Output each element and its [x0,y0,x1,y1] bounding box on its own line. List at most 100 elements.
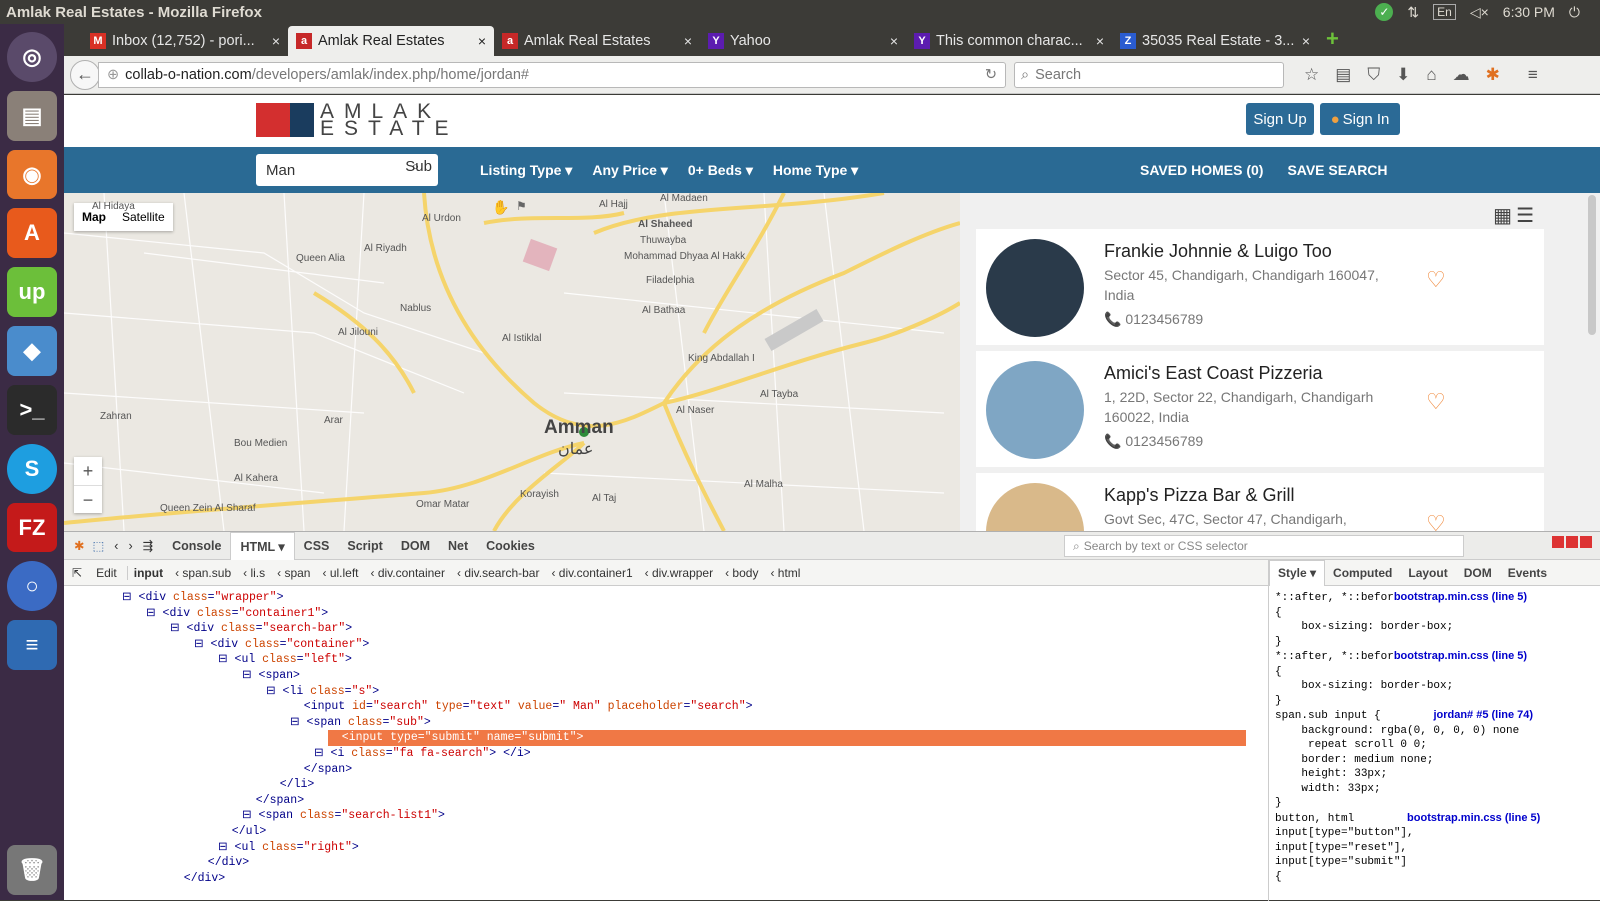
power-icon[interactable]: ⏻ [1569,4,1580,21]
css-source-link[interactable]: bootstrap.min.css (line 5) [1394,591,1527,603]
html-tree-row[interactable]: </li> [64,777,1254,793]
detach-panel-icon[interactable] [1566,536,1578,548]
html-tree-row[interactable]: </span> [64,762,1254,778]
favorite-heart-icon[interactable]: ♡ [1426,267,1446,293]
grid-view-icon[interactable]: ▦ [1493,205,1516,227]
html-tree-row[interactable]: <input id="search" type="text" value=" M… [64,699,1254,715]
file-manager-icon[interactable]: ▤ [7,90,57,141]
filter-dropdown[interactable]: Home Type ▾ [773,162,858,179]
browser-search-input[interactable]: ⌕ Search [1014,61,1284,88]
breadcrumb-item[interactable]: ‹ div.wrapper [639,566,719,580]
zoom-out-button[interactable]: − [74,485,102,513]
saved-homes-link[interactable]: SAVED HOMES (0) [1140,162,1263,178]
map-view[interactable]: Map Satellite ✋ ⚑ Al Hidaya Queen Alia A… [64,193,960,531]
browser-tab[interactable]: Y This common charac... × [906,26,1112,56]
breadcrumb-item[interactable]: ‹ html [764,566,806,580]
search-submit-button[interactable]: Sub ⌕ [405,158,432,175]
close-tab-icon[interactable]: × [890,33,898,49]
firebug-tab-dom[interactable]: DOM [392,539,439,553]
firebug-tab-css[interactable]: CSS [295,539,339,553]
save-search-link[interactable]: SAVE SEARCH [1287,162,1387,178]
side-tab-style[interactable]: Style ▾ [1269,559,1326,586]
breadcrumb-item[interactable]: input [128,566,169,580]
terminal-icon[interactable]: >_ [7,384,57,435]
filter-dropdown[interactable]: Any Price ▾ [592,162,668,179]
reading-list-icon[interactable]: ▤ [1335,65,1351,85]
html-tree-row[interactable]: ⊟ <div class="container1"> [64,606,1254,622]
close-tab-icon[interactable]: × [272,33,280,49]
firebug-tab-html[interactable]: HTML ▾ [230,531,295,560]
close-tab-icon[interactable]: × [1096,33,1104,49]
html-tree-row[interactable]: ⊟ <ul class="left"> [64,652,1254,668]
network-icon[interactable]: ⇅ [1407,4,1419,21]
breadcrumb-item[interactable]: ‹ div.search-bar [451,566,545,580]
inspect-icon[interactable]: ⬚ [92,538,104,553]
writer-icon[interactable]: ≡ [7,620,57,671]
close-tab-icon[interactable]: × [1302,33,1310,49]
sign-up-button[interactable]: Sign Up [1246,103,1314,135]
listing-name[interactable]: Frankie Johnnie & Luigo Too [1104,241,1332,262]
browser-tab[interactable]: M Inbox (12,752) - pori... × [82,26,288,56]
prev-icon[interactable]: ‹ [114,539,118,553]
html-tree-row[interactable]: ⊟ <span> [64,668,1254,684]
html-tree-row[interactable]: ⊟ <span class="sub"> [64,715,1254,731]
breadcrumb-item[interactable]: ‹ div.container [365,566,451,580]
menu-icon[interactable]: ≡ [1528,65,1538,85]
firebug-tab-cookies[interactable]: Cookies [477,539,544,553]
chat-icon[interactable]: ☁ [1453,65,1470,85]
css-source-link[interactable]: bootstrap.min.css (line 5) [1394,650,1527,662]
back-button[interactable]: ← [70,59,100,90]
chromium-icon[interactable]: ○ [7,561,57,612]
location-search-input[interactable]: Man Sub ⌕ [256,154,438,186]
upwork-icon[interactable]: up [7,267,57,318]
sync-check-icon[interactable]: ✓ [1375,3,1394,21]
close-tab-icon[interactable]: × [684,33,692,49]
download-icon[interactable]: ⬇ [1396,65,1410,85]
css-source-link[interactable]: jordan# #5 (line 74) [1433,709,1533,721]
amlak-logo[interactable]: AMLAK ESTATE [256,101,459,139]
new-tab-icon[interactable]: + [1326,26,1339,52]
close-panel-icon[interactable] [1580,536,1592,548]
keyboard-layout[interactable]: En [1433,4,1456,20]
listing-image[interactable] [986,239,1084,337]
listing-name[interactable]: Amici's East Coast Pizzeria [1104,363,1323,384]
bookmark-star-icon[interactable]: ☆ [1304,65,1319,85]
html-tree-row[interactable]: ⊟ <div class="container"> [64,637,1254,653]
listing-card[interactable]: Kapp's Pizza Bar & Grill Govt Sec, 47C, S… [976,473,1544,531]
browser-tab[interactable]: a Amlak Real Estates × [494,26,700,56]
listing-card[interactable]: Frankie Johnnie & Luigo Too Sector 45, Ch… [976,229,1544,345]
breadcrumb-item[interactable]: ‹ ul.left [316,566,364,580]
skype-icon[interactable]: S [7,443,57,494]
firebug-icon[interactable]: ✱ [1486,65,1500,85]
home-icon[interactable]: ⌂ [1426,65,1436,85]
html-tree-row[interactable]: ⊟ <div class="wrapper"> [64,590,1254,606]
inspect-arrow-icon[interactable]: ⇱ [64,566,90,580]
edit-button[interactable]: Edit [90,565,128,580]
console-toggle-icon[interactable]: ⇶ [143,538,153,553]
firefox-icon[interactable]: ◉ [7,149,57,200]
html-tree-row[interactable]: </div> [64,871,1254,887]
reload-icon[interactable]: ↻ [985,67,997,83]
pocket-icon[interactable]: ⛉ [1367,65,1380,85]
firebug-search-input[interactable]: ⌕ Search by text or CSS selector [1064,535,1464,557]
firebug-tab-script[interactable]: Script [338,539,391,553]
firebug-tab-console[interactable]: Console [163,539,230,553]
filter-dropdown[interactable]: Listing Type ▾ [480,162,572,179]
ubuntu-dash-icon[interactable]: ◎ [7,32,57,82]
list-view-icon[interactable]: ☰ [1516,205,1538,227]
html-tree-row[interactable]: </span> [64,793,1254,809]
favorite-heart-icon[interactable]: ♡ [1426,511,1446,531]
listing-name[interactable]: Kapp's Pizza Bar & Grill [1104,485,1295,506]
html-tree-row[interactable]: <input type="submit" name="submit"> [328,730,1246,746]
html-tree-row[interactable]: ⊟ <li class="s"> [64,684,1254,700]
clock[interactable]: 6:30 PM [1503,4,1555,20]
sign-in-button[interactable]: ● Sign In [1320,103,1400,135]
virtualbox-icon[interactable]: ◆ [7,326,57,376]
listing-image[interactable] [986,483,1084,531]
browser-tab[interactable]: Z 35035 Real Estate - 3... × [1112,26,1318,56]
favorite-heart-icon[interactable]: ♡ [1426,389,1446,415]
draw-shape-icon[interactable]: ⚑ [516,199,527,213]
software-center-icon[interactable]: A [7,208,57,259]
html-tree-row[interactable]: </ul> [64,824,1254,840]
close-tab-icon[interactable]: × [478,33,486,49]
